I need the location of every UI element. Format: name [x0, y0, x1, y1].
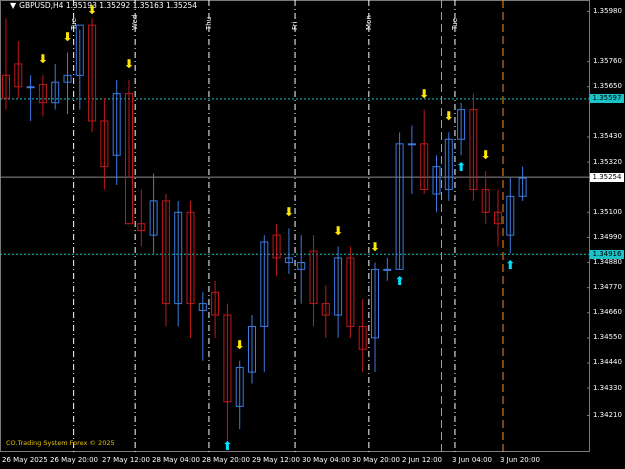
price-tick-label: 1.34990 — [593, 232, 622, 241]
down-arrow-icon: ⬇ — [87, 3, 98, 17]
down-arrow-icon: ⬇ — [480, 148, 491, 163]
candle-body — [26, 86, 35, 89]
price-tick-label: 1.34550 — [593, 333, 622, 342]
current-price-label: 1.35254 — [590, 172, 624, 182]
day-label: Wed — [131, 14, 140, 30]
price-tick-label: 1.34880 — [593, 258, 622, 267]
down-arrow-icon: ⬇ — [283, 205, 294, 220]
down-arrow-icon: ⬇ — [123, 56, 135, 71]
header-triangle-icon: ▼ — [10, 1, 17, 10]
time-tick-label: 26 May 2025 — [2, 456, 48, 464]
price-tick-label: 1.35430 — [593, 132, 622, 141]
time-tick-label: 27 May 12:00 — [102, 456, 151, 464]
support-label: 1.34916 — [590, 249, 624, 259]
resistance-label: 1.35597 — [590, 94, 624, 104]
down-arrow-icon: ⬇ — [234, 337, 245, 352]
candle-body — [383, 268, 392, 271]
down-arrow-icon: ⬇ — [443, 109, 454, 124]
time-tick-label: 30 May 04:00 — [302, 456, 351, 464]
chart-window[interactable]: ▼ GBPUSD,H4 1.35193 1.35292 1.35163 1.352… — [0, 0, 625, 469]
symbol-info: GBPUSD,H4 1.35193 1.35292 1.35163 1.3525… — [19, 1, 198, 10]
price-tick-label: 1.35100 — [593, 207, 622, 216]
price-tick-label: 1.34660 — [593, 308, 622, 317]
down-arrow-icon: ⬇ — [37, 52, 48, 67]
up-arrow-icon: ⬆ — [222, 439, 233, 453]
price-tick-label: 1.35980 — [593, 6, 622, 15]
time-tick-label: 3 Jun 20:00 — [500, 456, 541, 464]
price-chart[interactable] — [0, 0, 625, 469]
day-label: Tue — [69, 18, 78, 30]
price-tick-label: 1.35320 — [593, 157, 622, 166]
price-tick-label: 1.35760 — [593, 57, 622, 66]
up-arrow-icon: ⬆ — [456, 160, 467, 175]
time-tick-label: 28 May 20:00 — [202, 456, 251, 464]
day-label: Thu — [204, 16, 213, 30]
down-arrow-icon: ⬇ — [419, 86, 430, 101]
day-label: Mon — [364, 15, 373, 30]
time-tick-label: 26 May 20:00 — [50, 456, 99, 464]
price-tick-label: 1.34440 — [593, 358, 622, 367]
price-tick-label: 1.34210 — [593, 410, 622, 419]
down-arrow-icon: ⬇ — [333, 223, 344, 238]
day-label: Tue — [450, 18, 459, 30]
time-tick-label: 30 May 20:00 — [352, 456, 401, 464]
candle-body — [407, 143, 416, 146]
down-arrow-icon: ⬇ — [62, 29, 73, 44]
time-tick-label: 3 Jun 04:00 — [452, 456, 493, 464]
time-tick-label: 29 May 12:00 — [252, 456, 301, 464]
price-tick-label: 1.34770 — [593, 283, 622, 292]
down-arrow-icon: ⬇ — [369, 239, 381, 254]
time-tick-label: 2 Jun 12:00 — [402, 456, 443, 464]
price-tick-label: 1.35650 — [593, 82, 622, 91]
symbol-header: ▼ GBPUSD,H4 1.35193 1.35292 1.35163 1.352… — [10, 1, 197, 10]
up-arrow-icon: ⬆ — [394, 274, 405, 289]
day-label: Fri — [291, 21, 300, 30]
copyright-text: CO.Trading System Forex © 2025 — [6, 439, 115, 447]
time-tick-label: 28 May 04:00 — [152, 456, 201, 464]
up-arrow-icon: ⬆ — [505, 258, 516, 273]
price-tick-label: 1.34330 — [593, 383, 622, 392]
